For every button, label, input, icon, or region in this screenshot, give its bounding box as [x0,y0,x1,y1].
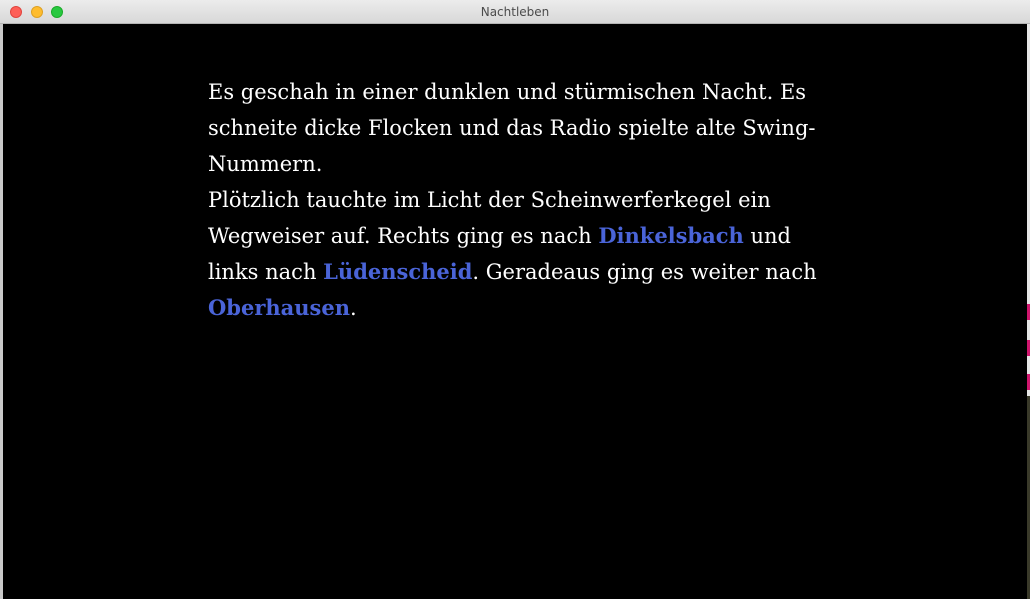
title-bar[interactable]: Nachtleben [0,0,1030,24]
link-dinkelsbach[interactable]: Dinkelsbach [598,223,744,248]
story-text: Es geschah in einer dunklen und stürmisc… [208,74,848,326]
story-view: Es geschah in einer dunklen und stürmisc… [3,24,1027,599]
story-paragraph-2: Plötzlich tauchte im Licht der Scheinwer… [208,182,848,326]
story-text-segment: . [350,296,357,320]
story-paragraph-1: Es geschah in einer dunklen und stürmisc… [208,80,816,176]
link-oberhausen[interactable]: Oberhausen [208,295,350,320]
story-text-segment: . Geradeaus ging es weiter nach [472,260,817,284]
link-luedenscheid[interactable]: Lüdenscheid [323,259,472,284]
app-window: Nachtleben Es geschah in einer dunklen u… [0,0,1030,599]
window-title: Nachtleben [480,5,550,19]
